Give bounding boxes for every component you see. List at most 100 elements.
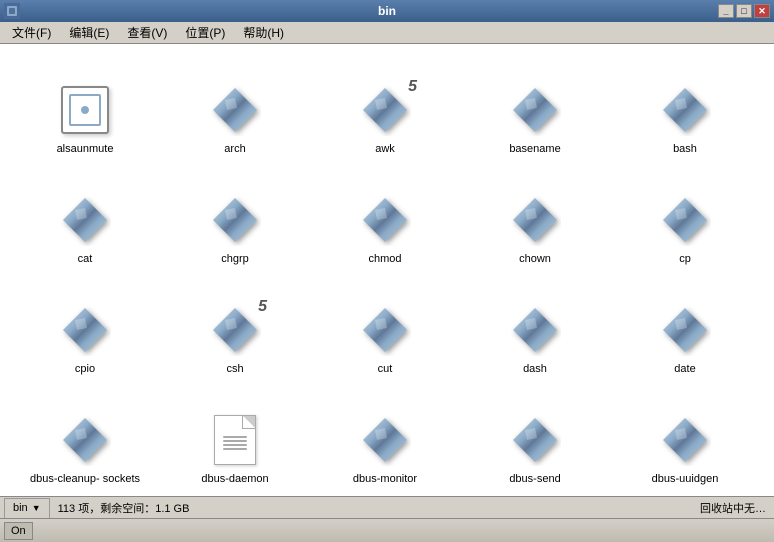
file-icon — [659, 304, 711, 356]
list-item[interactable]: cat — [10, 164, 160, 274]
file-icon — [659, 414, 711, 466]
list-item[interactable]: date — [610, 274, 760, 384]
file-label: chmod — [368, 252, 401, 266]
file-icon — [59, 194, 111, 246]
file-icon-wrapper — [57, 412, 113, 468]
file-label: arch — [224, 142, 245, 156]
file-icon-wrapper — [57, 82, 113, 138]
file-icon — [359, 414, 411, 466]
list-item[interactable]: dbus-cleanup- sockets — [10, 384, 160, 494]
list-item[interactable]: chgrp — [160, 164, 310, 274]
file-browser: alsaunmute arch 5 awk basename bash cat chgrp ch… — [0, 44, 774, 496]
window-controls[interactable]: _ □ ✕ — [718, 4, 770, 18]
file-icon-wrapper — [207, 412, 263, 468]
list-item[interactable]: chown — [460, 164, 610, 274]
file-icon-wrapper — [57, 302, 113, 358]
file-label: awk — [375, 142, 395, 156]
file-icon-wrapper — [657, 302, 713, 358]
close-button[interactable]: ✕ — [754, 4, 770, 18]
file-icon — [209, 84, 261, 136]
menu-view[interactable]: 查看(V) — [119, 22, 175, 43]
list-item[interactable]: dash — [460, 274, 610, 384]
list-item[interactable]: 5domainname — [610, 494, 760, 496]
list-item[interactable]: dd — [10, 494, 160, 496]
menu-help[interactable]: 帮助(H) — [235, 22, 292, 43]
statusbar: bin ▼ 113 项，剩余空间：1.1 GB 回收站中无… — [0, 496, 774, 518]
list-item[interactable]: dbus-daemon — [160, 384, 310, 494]
file-icon-wrapper — [357, 302, 413, 358]
file-icon-wrapper: 5 — [357, 82, 413, 138]
list-item[interactable]: chmod — [310, 164, 460, 274]
menubar: 文件(F) 编辑(E) 查看(V) 位置(P) 帮助(H) — [0, 22, 774, 44]
list-item[interactable]: dmesg — [310, 494, 460, 496]
file-icon-wrapper — [657, 82, 713, 138]
list-item[interactable]: cpio — [10, 274, 160, 384]
file-icon — [509, 194, 561, 246]
file-icon-wrapper — [657, 412, 713, 468]
file-label: cut — [378, 362, 393, 376]
file-icon-wrapper — [507, 302, 563, 358]
file-icon — [359, 194, 411, 246]
file-icon — [359, 304, 411, 356]
file-label: cpio — [75, 362, 95, 376]
status-info: 113 项，剩余空间：1.1 GB — [50, 500, 696, 516]
file-icon-wrapper — [507, 192, 563, 248]
file-grid: alsaunmute arch 5 awk basename bash cat chgrp ch… — [10, 54, 764, 496]
file-icon-wrapper — [507, 412, 563, 468]
file-icon — [509, 84, 561, 136]
menu-location[interactable]: 位置(P) — [177, 22, 233, 43]
file-label: dbus-cleanup- sockets — [30, 472, 140, 486]
maximize-button[interactable]: □ — [736, 4, 752, 18]
trash-status: 回收站中无… — [696, 500, 770, 516]
file-icon-wrapper — [57, 192, 113, 248]
list-item[interactable]: basename — [460, 54, 610, 164]
file-label: basename — [509, 142, 560, 156]
file-label: cat — [78, 252, 93, 266]
file-icon — [61, 86, 109, 134]
file-icon — [209, 194, 261, 246]
list-item[interactable]: cp — [610, 164, 760, 274]
list-item[interactable]: dbus-uuidgen — [610, 384, 760, 494]
file-label: alsaunmute — [57, 142, 114, 156]
file-icon-wrapper — [507, 82, 563, 138]
list-item[interactable]: alsaunmute — [10, 54, 160, 164]
file-icon-wrapper — [357, 192, 413, 248]
file-icon-wrapper — [357, 412, 413, 468]
list-item[interactable]: cut — [310, 274, 460, 384]
list-item[interactable]: bash — [610, 54, 760, 164]
script-badge: 5 — [408, 78, 417, 96]
menu-edit[interactable]: 编辑(E) — [61, 22, 117, 43]
tab-arrow-icon: ▼ — [32, 503, 41, 513]
location-tab-label: bin — [13, 502, 28, 514]
list-item[interactable]: dbus-send — [460, 384, 610, 494]
window-icon — [4, 3, 20, 19]
file-label: chgrp — [221, 252, 249, 266]
menu-file[interactable]: 文件(F) — [4, 22, 59, 43]
file-icon — [59, 304, 111, 356]
file-label: dbus-send — [509, 472, 560, 486]
file-label: csh — [226, 362, 243, 376]
file-icon-wrapper: 5 — [207, 302, 263, 358]
file-icon — [509, 414, 561, 466]
list-item[interactable]: 5dnsdomainname — [460, 494, 610, 496]
list-item[interactable]: df — [160, 494, 310, 496]
file-icon — [659, 84, 711, 136]
file-icon — [659, 194, 711, 246]
file-label: dbus-daemon — [201, 472, 268, 486]
list-item[interactable]: 5 awk — [310, 54, 460, 164]
file-icon — [209, 304, 261, 356]
file-label: cp — [679, 252, 691, 266]
file-label: chown — [519, 252, 551, 266]
file-icon-wrapper — [207, 82, 263, 138]
script-badge: 5 — [258, 298, 267, 316]
location-tab[interactable]: bin ▼ — [4, 498, 50, 518]
file-icon — [214, 415, 256, 465]
file-icon — [359, 84, 411, 136]
file-label: dash — [523, 362, 547, 376]
list-item[interactable]: arch — [160, 54, 310, 164]
list-item[interactable]: 5 csh — [160, 274, 310, 384]
file-label: date — [674, 362, 695, 376]
minimize-button[interactable]: _ — [718, 4, 734, 18]
titlebar: bin _ □ ✕ — [0, 0, 774, 22]
list-item[interactable]: dbus-monitor — [310, 384, 460, 494]
